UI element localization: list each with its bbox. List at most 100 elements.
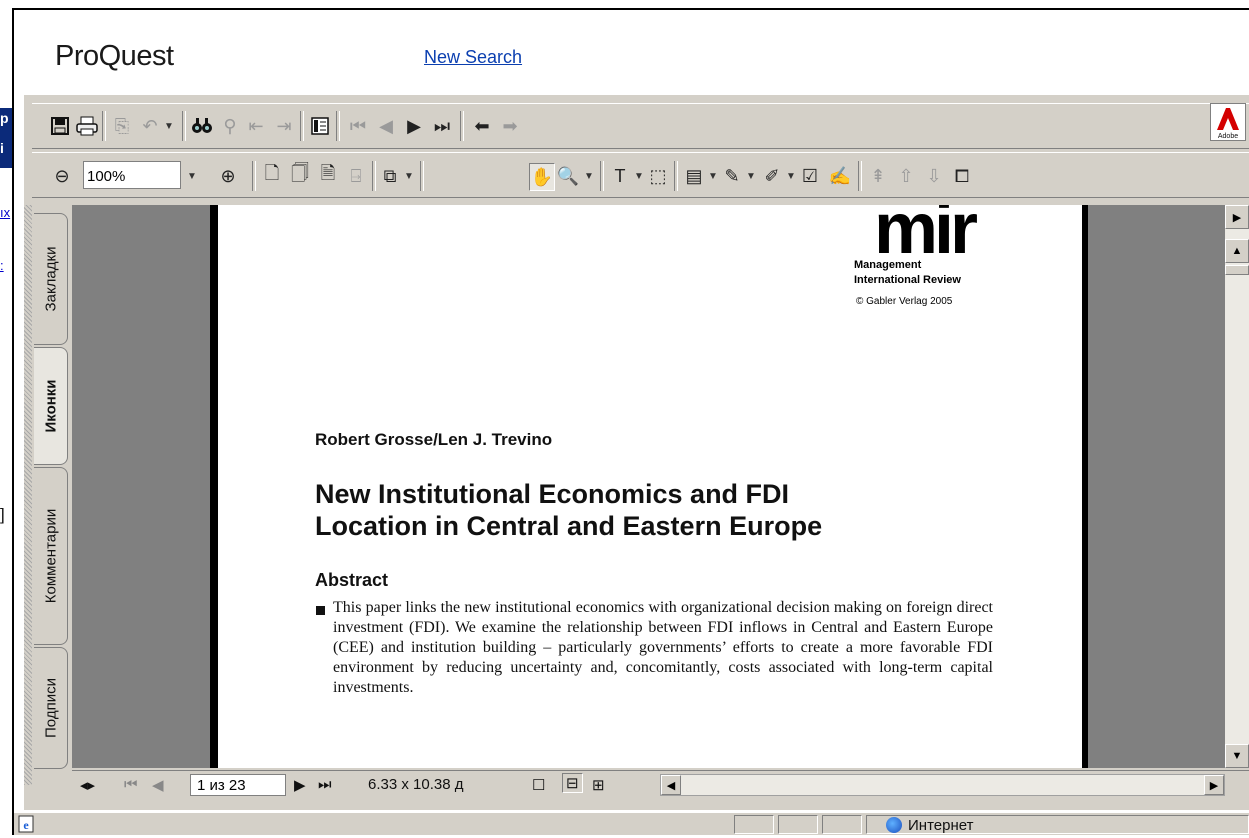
- zoom-tool-icon[interactable]: 🔍: [556, 163, 580, 189]
- note-icon[interactable]: ▤: [682, 163, 706, 189]
- rail-grip: [24, 205, 32, 785]
- ie-page-icon: e: [18, 815, 36, 833]
- browser-status-bar: e: [14, 812, 1249, 835]
- actual-size-icon[interactable]: 🗋: [260, 163, 284, 189]
- journal-logo-text: mir: [874, 205, 977, 257]
- single-page-icon[interactable]: ☐: [532, 776, 545, 794]
- bullet-icon: [316, 606, 325, 615]
- journal-name-line2: International Review: [854, 274, 961, 286]
- toolbar-separator: [420, 161, 424, 191]
- prev-view-icon[interactable]: ⇤: [244, 113, 268, 139]
- prev-page-icon[interactable]: ◀: [374, 113, 398, 139]
- select-text-icon[interactable]: T: [608, 163, 632, 189]
- split-handle-icon[interactable]: ◂▸: [80, 776, 95, 794]
- page-layout-icon[interactable]: [308, 113, 332, 139]
- fit-width-icon[interactable]: 🗎: [316, 163, 340, 189]
- copy-icon[interactable]: ⎘: [110, 113, 134, 139]
- first-page-icon[interactable]: ⏮: [346, 113, 370, 139]
- fit-visible-icon[interactable]: ⍈: [344, 163, 368, 189]
- new-search-link[interactable]: New Search: [424, 47, 522, 68]
- tab-thumbnails[interactable]: Иконки: [34, 347, 68, 465]
- tab-comments[interactable]: Комментарии: [34, 467, 68, 645]
- background-fragment: р: [0, 110, 9, 126]
- tab-label: Подписи: [42, 678, 59, 738]
- next-page-small-icon[interactable]: ⇩: [922, 163, 946, 189]
- last-page-icon[interactable]: ⏭: [318, 776, 332, 793]
- highlight-icon[interactable]: ✐: [760, 163, 784, 189]
- brand-logo: ProQuest: [55, 40, 174, 72]
- next-view-icon[interactable]: ⇥: [272, 113, 296, 139]
- hand-tool-icon[interactable]: ✋: [529, 163, 555, 191]
- zoom-input[interactable]: 100%: [83, 161, 181, 189]
- scroll-right-icon[interactable]: ▶: [1204, 775, 1224, 795]
- status-pane: [734, 815, 774, 834]
- background-fragment: i: [0, 140, 4, 156]
- fit-page-icon[interactable]: 🗍: [288, 163, 312, 189]
- zoom-dropdown-icon[interactable]: ▼: [187, 171, 197, 182]
- pencil-icon[interactable]: ✎: [720, 163, 744, 189]
- prev-page-small-icon[interactable]: ⇧: [894, 163, 918, 189]
- undo-icon[interactable]: ↶: [138, 113, 162, 139]
- scroll-left-icon[interactable]: ◀: [661, 775, 681, 795]
- first-page-small-icon[interactable]: ⇞: [866, 163, 890, 189]
- abstract-heading: Abstract: [315, 570, 389, 590]
- forward-icon[interactable]: ➡: [498, 113, 522, 139]
- continuous-icon[interactable]: ⊟: [562, 773, 583, 793]
- chevron-down-icon[interactable]: ▼: [708, 171, 718, 182]
- zoom-out-icon[interactable]: ⊖: [50, 163, 74, 189]
- adobe-label: Adobe: [1218, 133, 1238, 140]
- rotate-icon[interactable]: ⧉: [378, 163, 402, 189]
- next-page-icon[interactable]: ▶: [402, 113, 426, 139]
- tab-signatures[interactable]: Подписи: [34, 647, 68, 769]
- spellcheck-icon[interactable]: ☑: [798, 163, 822, 189]
- toolbar-separator: [182, 111, 186, 141]
- prev-page-icon[interactable]: ◀: [152, 776, 164, 794]
- vertical-scrollbar[interactable]: ▶ ▲ ▼: [1225, 205, 1249, 768]
- page-number-input[interactable]: 1 из 23: [190, 774, 286, 796]
- background-fragment: ]: [0, 505, 5, 524]
- toolbar-separator: [858, 161, 862, 191]
- toolbar-separator: [252, 161, 256, 191]
- status-pane: [822, 815, 862, 834]
- zoom-in-icon[interactable]: ⊕: [216, 163, 240, 189]
- toolbar-view: ⊖ ▼ ⊕ 🗋 🗍 🗎 ⍈ ⧉ ▼ ✋ 🔍 ▼ T ▼ ⬚ ▤ ▼ ✎ ▼ ✐ …: [32, 152, 1249, 198]
- last-page-icon[interactable]: ⏭: [430, 113, 454, 139]
- globe-icon: [886, 817, 902, 833]
- article-title: New Institutional Economics and FDI Loca…: [315, 478, 1035, 542]
- security-zone-label: Интернет: [908, 817, 974, 834]
- horizontal-scrollbar[interactable]: ◀ ▶: [660, 774, 1225, 796]
- search-text-icon[interactable]: ⚲: [218, 113, 242, 139]
- copyright-text: © Gabler Verlag 2005: [856, 296, 953, 307]
- back-icon[interactable]: ⬅: [470, 113, 494, 139]
- chevron-down-icon[interactable]: ▼: [404, 171, 414, 182]
- chevron-down-icon[interactable]: ▼: [584, 171, 594, 182]
- tab-bookmarks[interactable]: Закладки: [34, 213, 68, 345]
- abstract-text: This paper links the new institutional e…: [333, 599, 993, 696]
- chevron-down-icon[interactable]: ▼: [634, 171, 644, 182]
- sign-icon[interactable]: ✍: [828, 163, 852, 189]
- print-icon[interactable]: [75, 113, 99, 139]
- scroll-down-icon[interactable]: ▼: [1225, 744, 1249, 768]
- article-title-line: Location in Central and Eastern Europe: [315, 511, 823, 541]
- status-pane: [778, 815, 818, 834]
- toolbar-separator: [102, 111, 106, 141]
- chevron-down-icon[interactable]: ▼: [746, 171, 756, 182]
- extract-page-icon[interactable]: ⧠: [950, 163, 974, 189]
- first-page-icon[interactable]: ⏮: [124, 776, 138, 793]
- snapshot-icon[interactable]: ⬚: [646, 163, 670, 189]
- chevron-down-icon[interactable]: ▼: [786, 171, 796, 182]
- journal-logo: mir: [874, 205, 981, 257]
- find-icon[interactable]: [190, 113, 214, 139]
- scroll-thumb[interactable]: [1225, 265, 1249, 275]
- toolbar-separator: [600, 161, 604, 191]
- scroll-up-icon[interactable]: ▲: [1225, 239, 1249, 263]
- toolbar-separator: [674, 161, 678, 191]
- background-link[interactable]: :: [0, 258, 4, 273]
- chevron-down-icon[interactable]: ▼: [164, 121, 174, 132]
- background-link[interactable]: ıx: [0, 205, 10, 220]
- save-icon[interactable]: [48, 113, 72, 139]
- tab-label: Комментарии: [42, 508, 59, 604]
- facing-pages-icon[interactable]: ⊞: [592, 776, 605, 794]
- next-page-icon[interactable]: ▶: [294, 776, 306, 794]
- page-nav-arrow-icon[interactable]: ▶: [1225, 205, 1249, 229]
